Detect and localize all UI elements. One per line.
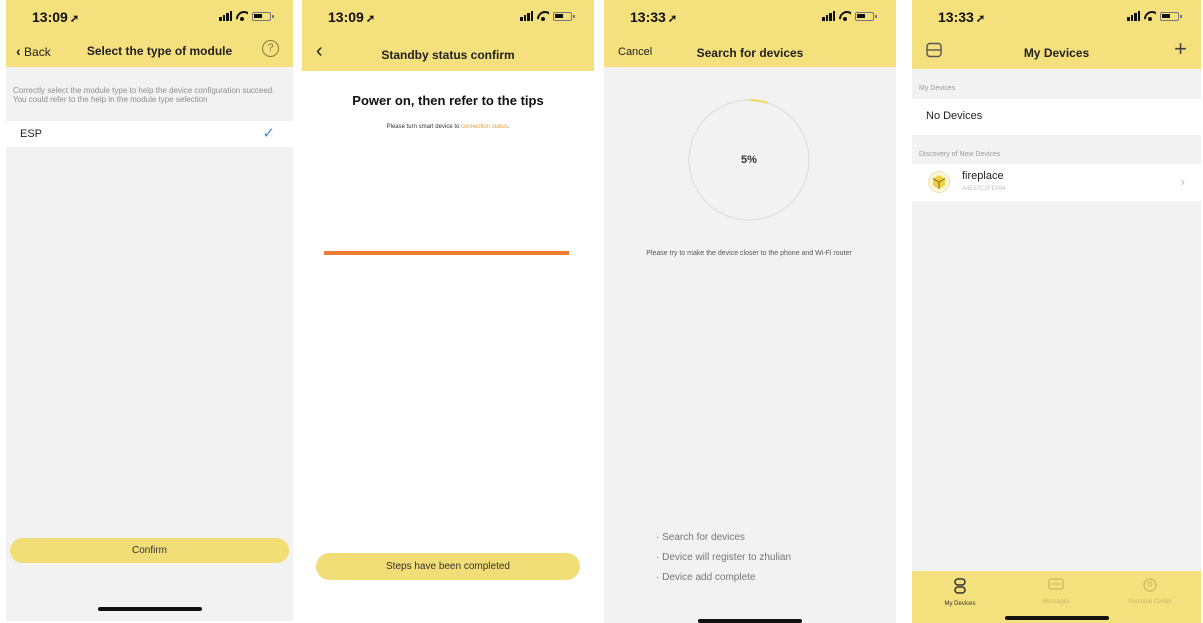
signal-icon xyxy=(219,11,232,21)
location-arrow-icon: ➚ xyxy=(69,13,80,25)
tab-label: My Devices xyxy=(944,601,976,607)
standby-tip-text: Please turn smart device to connection s… xyxy=(302,124,594,130)
my-devices-section-label: My Devices xyxy=(919,85,956,92)
nav-bar: 13:09 ➚ ‹ Back Select the type of module … xyxy=(6,0,293,67)
status-bar: 13:09 ➚ xyxy=(6,6,293,28)
status-bar: 13:09 ➚ xyxy=(302,6,594,28)
nav-bar: 13:09 ➚ ‹ Standby status confirm xyxy=(302,0,594,71)
devices-tab-icon xyxy=(954,578,966,594)
no-devices-label: No Devices xyxy=(926,110,983,122)
tab-personal-center[interactable]: Personal Center xyxy=(1110,578,1190,605)
discovered-device-row[interactable]: fireplace A4E57C2FE894 › xyxy=(912,164,1201,201)
page-title: Search for devices xyxy=(696,46,804,60)
message-tab-icon xyxy=(1048,578,1064,590)
device-cube-icon xyxy=(928,171,950,193)
status-time: 13:09 ➚ xyxy=(32,9,80,25)
signal-icon xyxy=(1127,11,1140,21)
module-option-label: ESP xyxy=(20,128,43,140)
page-title: My Devices xyxy=(1023,46,1090,60)
page-title: Standby status confirm xyxy=(381,48,515,62)
status-icons xyxy=(822,11,877,21)
nav-bar: 13:33 ➚ My Devices + xyxy=(912,0,1201,69)
search-devices-screen: 13:33 ➚ Cancel Search for devices 5% Plea… xyxy=(604,0,896,623)
step-item: · Device will register to zhulian xyxy=(656,552,792,563)
chevron-right-icon: › xyxy=(1180,174,1185,189)
device-id: A4E57C2FE894 xyxy=(962,186,1006,192)
tab-messages[interactable]: Messages xyxy=(1016,578,1096,605)
plus-icon: + xyxy=(1174,36,1187,61)
step-item: · Search for devices xyxy=(656,532,745,543)
battery-icon xyxy=(855,11,877,21)
tab-my-devices[interactable]: My Devices xyxy=(920,578,1000,607)
module-option-esp[interactable]: ESP ✓ xyxy=(6,121,293,147)
step-item: · Device add complete xyxy=(656,572,756,583)
battery-icon xyxy=(252,11,274,21)
status-time: 13:33 ➚ xyxy=(938,9,986,25)
location-arrow-icon: ➚ xyxy=(667,13,678,25)
connection-status-link[interactable]: connection status xyxy=(461,124,508,130)
location-arrow-icon: ➚ xyxy=(975,13,986,25)
add-device-button[interactable]: + xyxy=(1174,38,1187,60)
help-button[interactable]: ? xyxy=(262,40,279,57)
status-time: 13:09 ➚ xyxy=(328,9,376,25)
standby-confirm-screen: 13:09 ➚ ‹ Standby status confirm Power on… xyxy=(302,0,594,623)
steps-completed-button[interactable]: Steps have been completed xyxy=(316,553,580,580)
status-bar: 13:33 ➚ xyxy=(912,6,1201,28)
status-icons xyxy=(1127,11,1182,21)
wifi-icon xyxy=(537,11,549,21)
confirm-button[interactable]: Confirm xyxy=(10,538,289,563)
wifi-icon xyxy=(1144,11,1156,21)
status-icons xyxy=(520,11,575,21)
nav-bar: 13:33 ➚ Cancel Search for devices xyxy=(604,0,896,67)
proximity-tip: Please try to make the device closer to … xyxy=(646,250,852,257)
person-tab-icon xyxy=(1143,578,1157,592)
signal-icon xyxy=(520,11,533,21)
tab-label: Messages xyxy=(1042,599,1070,605)
battery-icon xyxy=(1160,11,1182,21)
location-arrow-icon: ➚ xyxy=(365,13,376,25)
no-devices-row: No Devices xyxy=(912,99,1201,135)
select-module-screen: 13:09 ➚ ‹ Back Select the type of module … xyxy=(6,0,293,621)
checkmark-icon: ✓ xyxy=(262,125,275,142)
tip-suffix: . xyxy=(507,124,510,130)
search-steps-list: · Search for devices · Device will regis… xyxy=(656,528,791,588)
help-icon: ? xyxy=(262,40,279,57)
my-devices-screen: 13:33 ➚ My Devices + My Devices No Device xyxy=(912,0,1201,623)
divider-line xyxy=(324,251,569,255)
home-indicator xyxy=(698,619,802,623)
wifi-icon xyxy=(236,11,248,21)
progress-percent: 5% xyxy=(741,154,757,166)
status-icons xyxy=(219,11,274,21)
home-indicator xyxy=(1004,616,1109,620)
home-indicator xyxy=(97,607,202,611)
status-bar: 13:33 ➚ xyxy=(604,6,896,28)
power-on-heading: Power on, then refer to the tips xyxy=(352,93,544,108)
tab-label: Personal Center xyxy=(1128,599,1172,605)
module-hint-text: Correctly select the module type to help… xyxy=(13,86,275,104)
tip-text: Please turn smart device to xyxy=(386,124,461,130)
page-title: Select the type of module xyxy=(86,44,233,58)
wifi-icon xyxy=(839,11,851,21)
battery-icon xyxy=(553,11,575,21)
discovery-section-label: Discovery of New Devices xyxy=(919,151,1001,158)
chevron-left-icon: ‹ xyxy=(16,43,21,59)
device-name: fireplace xyxy=(962,170,1004,182)
signal-icon xyxy=(822,11,835,21)
screenshot-stage: 13:09 ➚ ‹ Back Select the type of module … xyxy=(0,0,1203,623)
tab-bar: My Devices Messages Personal Center xyxy=(912,571,1201,623)
status-time: 13:33 ➚ xyxy=(630,9,678,25)
